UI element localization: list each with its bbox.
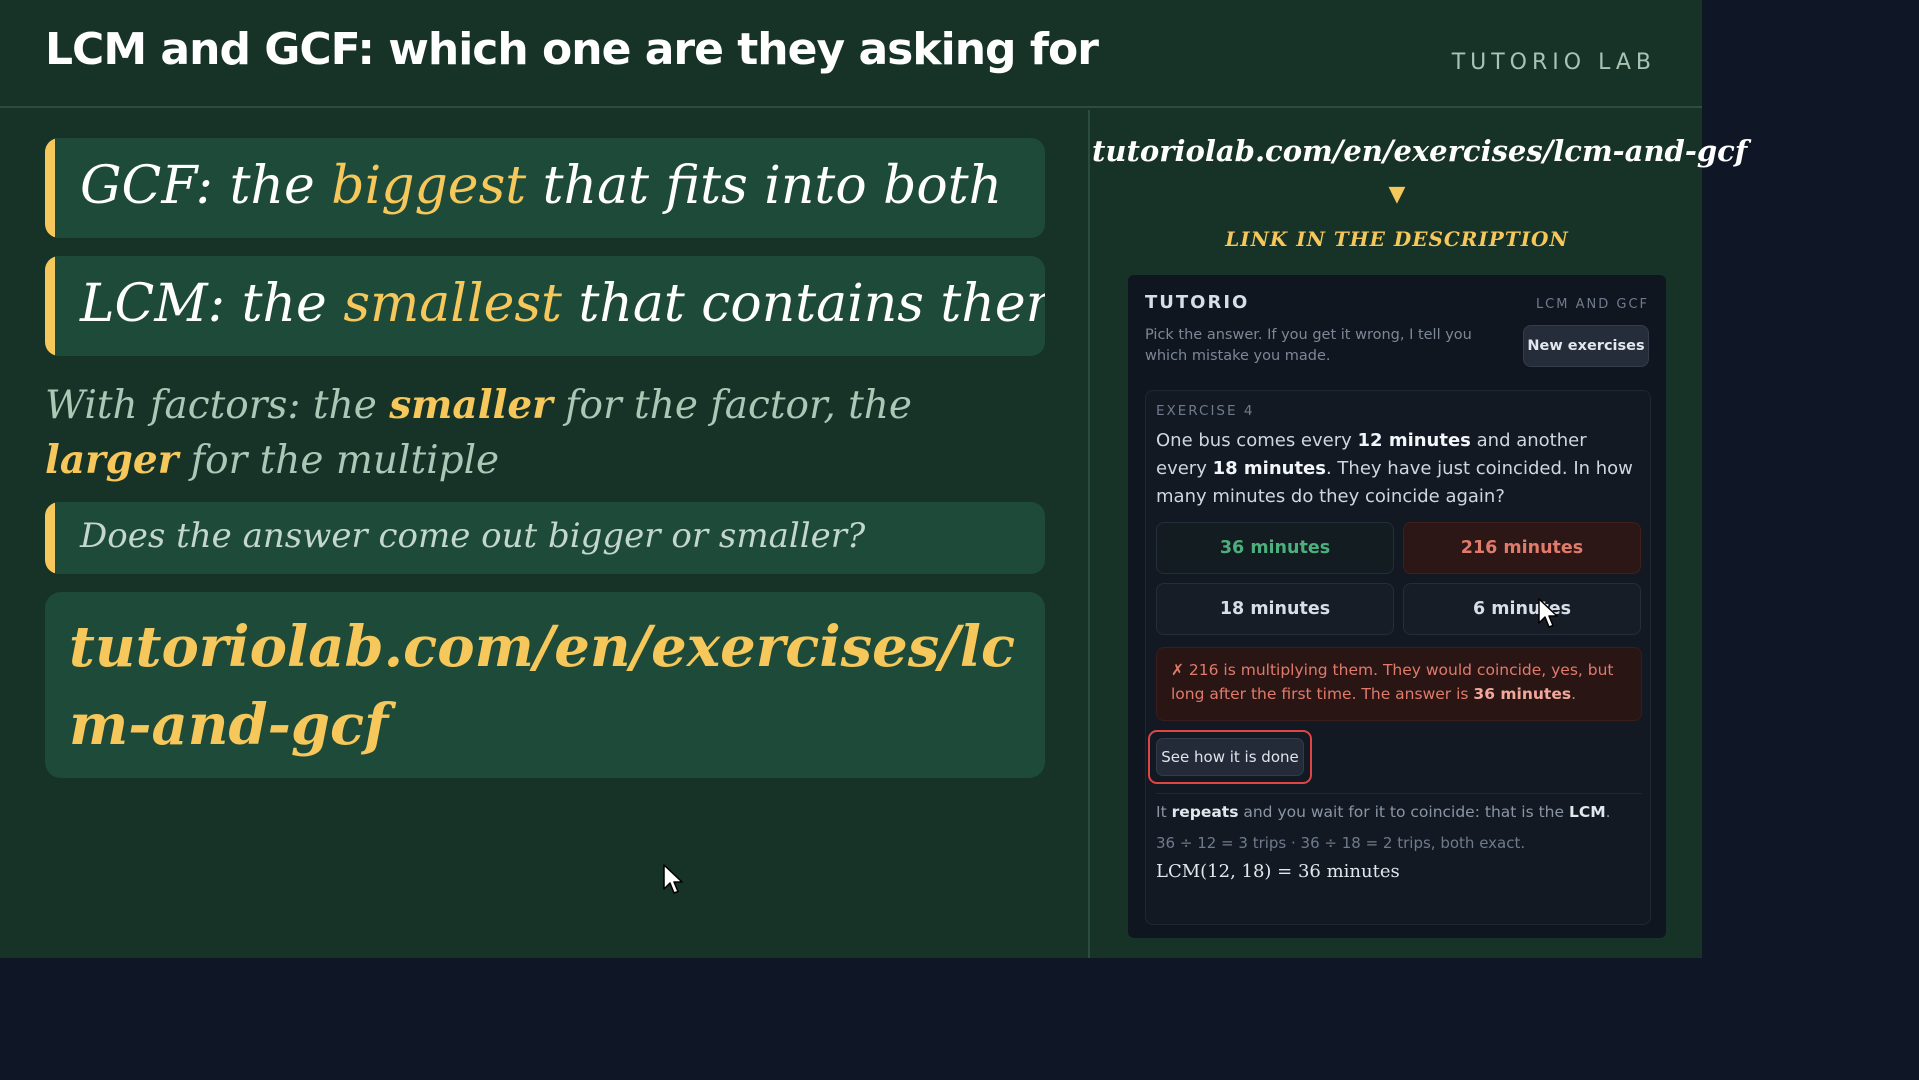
question-bold: 12 minutes — [1357, 430, 1471, 451]
explanation-part: . — [1605, 803, 1611, 821]
board: LCM and GCF: which one are they asking f… — [0, 0, 1747, 958]
gcf-highlight: biggest — [331, 156, 527, 216]
explanation-bold: repeats — [1171, 803, 1239, 821]
see-how-button[interactable]: See how it is done — [1156, 738, 1304, 776]
explanation-bold: LCM — [1568, 803, 1606, 821]
lcm-rule: LCM: the smallest that contains them — [80, 274, 1045, 334]
question-bold: 18 minutes — [1212, 458, 1326, 479]
arrow-down-icon: ▼ — [1388, 182, 1406, 207]
factors-part3: for the multiple — [178, 438, 500, 483]
gcf-prefix: GCF: the — [80, 156, 332, 216]
lcm-highlight: smallest — [343, 274, 562, 334]
gcf-suffix: that fits into both — [526, 156, 1003, 216]
gcf-card: GCF: the biggest that fits into both — [45, 138, 1045, 238]
brand-logo-text: TUTORIO LAB — [1451, 50, 1656, 75]
page-title: LCM and GCF: which one are they asking f… — [45, 24, 1099, 75]
question-card: Does the answer come out bigger or small… — [45, 502, 1045, 574]
answer-option-wrong[interactable]: 216 minutes — [1403, 522, 1641, 574]
exercise-label: EXERCISE 4 — [1156, 403, 1255, 419]
link-description: LINK IN THE DESCRIPTION — [1225, 227, 1569, 251]
app-topic: LCM AND GCF — [1535, 297, 1649, 312]
guiding-question: Does the answer come out bigger or small… — [80, 516, 866, 556]
accent-bar — [45, 256, 55, 356]
app-brand: TUTORIO — [1145, 292, 1250, 313]
exercise-card: EXERCISE 4 One bus comes every 12 minute… — [1145, 390, 1651, 925]
explanation-calculation: 36 ÷ 12 = 3 trips · 36 ÷ 18 = 2 trips, b… — [1156, 834, 1526, 852]
exercise-app-panel: TUTORIO LCM AND GCF Pick the answer. If … — [1128, 275, 1666, 938]
mouse-cursor-icon — [663, 864, 683, 894]
right-pane: tutoriolab.com/en/exercises/lcm-and-gcf … — [1092, 110, 1747, 958]
divider — [1156, 793, 1642, 794]
explanation-part: It — [1156, 803, 1172, 821]
new-exercises-button[interactable]: New exercises — [1523, 325, 1649, 367]
header: LCM and GCF: which one are they asking f… — [0, 0, 1702, 108]
explanation-part: and you wait for it to coincide: that is… — [1238, 803, 1569, 821]
factors-part2: for the factor, the — [552, 383, 913, 428]
exercise-link-large[interactable]: tutoriolab.com/en/exercises/lcm-and-gcf — [69, 608, 1021, 764]
question-part: One bus comes every — [1156, 430, 1358, 451]
feedback-answer: 36 minutes — [1473, 685, 1572, 703]
feedback-message: ✗ 216 is multiplying them. They would co… — [1156, 647, 1642, 721]
answer-option[interactable]: 6 minutes — [1403, 583, 1641, 635]
lcm-prefix: LCM: the — [80, 274, 344, 334]
factors-rule: With factors: the smaller for the factor… — [45, 378, 1045, 488]
mouse-cursor-icon — [1538, 598, 1558, 628]
gcf-rule: GCF: the biggest that fits into both — [80, 156, 1002, 216]
explanation-formula: LCM(12, 18) = 36 minutes — [1156, 861, 1400, 882]
answer-option-correct[interactable]: 36 minutes — [1156, 522, 1394, 574]
see-how-highlight-ring: See how it is done — [1148, 730, 1312, 784]
accent-bar — [45, 138, 55, 238]
left-pane: GCF: the biggest that fits into both LCM… — [0, 110, 1090, 958]
lcm-card: LCM: the smallest that contains them — [45, 256, 1045, 356]
answer-option[interactable]: 18 minutes — [1156, 583, 1394, 635]
accent-bar — [45, 502, 55, 574]
exercise-link[interactable]: tutoriolab.com/en/exercises/lcm-and-gcf — [1092, 134, 1747, 168]
explanation-line: It repeats and you wait for it to coinci… — [1156, 803, 1611, 821]
app-instruction: Pick the answer. If you get it wrong, I … — [1145, 327, 1472, 364]
lcm-suffix: that contains them — [561, 274, 1045, 334]
exercise-question: One bus comes every 12 minutes and anoth… — [1156, 427, 1642, 511]
feedback-end: . — [1571, 685, 1576, 703]
factors-highlight-larger: larger — [45, 437, 179, 483]
factors-part1: With factors: the — [45, 383, 390, 428]
factors-highlight-smaller: smaller — [389, 382, 553, 428]
link-card: tutoriolab.com/en/exercises/lcm-and-gcf — [45, 592, 1045, 778]
